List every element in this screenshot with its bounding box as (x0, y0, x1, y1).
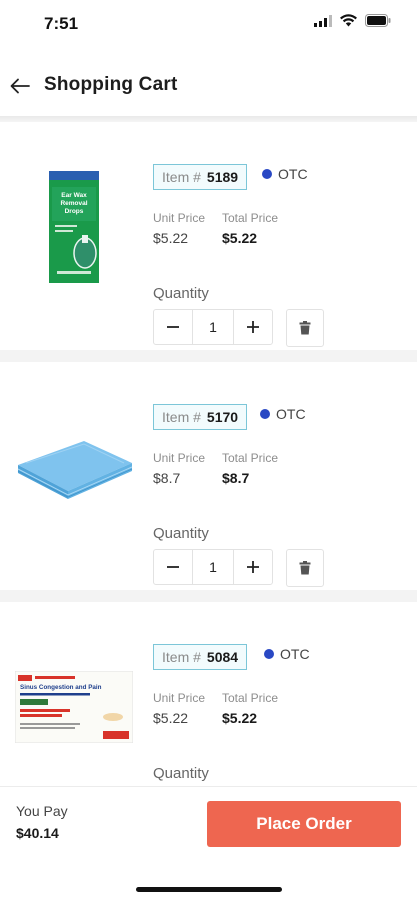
total-price-value: $8.7 (222, 470, 250, 486)
item-number-value: 5189 (206, 169, 239, 185)
otc-label: OTC (278, 166, 308, 182)
product-image-underpads (14, 408, 134, 526)
wifi-icon (340, 14, 357, 32)
svg-text:Sinus Congestion and Pain: Sinus Congestion and Pain (20, 684, 102, 691)
back-button[interactable] (6, 72, 34, 100)
decrease-quantity-button[interactable] (154, 550, 192, 584)
item-number-label: Item # (162, 649, 201, 665)
total-price-label: Total Price (222, 451, 279, 465)
decrease-quantity-button[interactable] (154, 310, 192, 344)
item-number-badge: Item # 5084 (153, 644, 248, 670)
cart-item: Sinus Congestion and Pain Item # 5084 OT… (0, 602, 417, 786)
quantity-stepper: 1 (153, 309, 273, 345)
item-separator (0, 350, 417, 362)
svg-text:Ear Wax: Ear Wax (61, 192, 87, 199)
arrow-left-icon (10, 78, 30, 94)
svg-text:Removal: Removal (60, 200, 87, 207)
item-number-value: 5084 (206, 649, 239, 665)
quantity-value[interactable]: 1 (192, 310, 234, 344)
unit-price-value: $8.7 (153, 470, 181, 486)
delete-item-button[interactable] (286, 309, 324, 347)
otc-tag: OTC (260, 406, 306, 422)
item-number-label: Item # (162, 409, 201, 425)
trash-icon (299, 561, 311, 575)
unit-price-value: $5.22 (153, 230, 189, 246)
you-pay-label: You Pay (16, 803, 68, 819)
status-bar: 7:51 (0, 0, 417, 50)
page-title: Shopping Cart (44, 74, 178, 95)
minus-icon (167, 566, 179, 568)
place-order-button[interactable]: Place Order (207, 801, 401, 847)
total-price-label: Total Price (222, 691, 279, 705)
otc-dot-icon (264, 649, 274, 659)
cart-item: Ear Wax Removal Drops Item # 5189 OTC Un… (0, 122, 417, 350)
otc-label: OTC (276, 406, 306, 422)
otc-tag: OTC (262, 166, 308, 182)
home-indicator[interactable] (136, 887, 282, 892)
battery-icon (365, 14, 391, 32)
unit-price-value: $5.22 (153, 710, 189, 726)
cart-list[interactable]: Ear Wax Removal Drops Item # 5189 OTC Un… (0, 122, 417, 786)
item-number-badge: Item # 5189 (153, 164, 248, 190)
svg-text:Drops: Drops (65, 208, 84, 215)
item-number-badge: Item # 5170 (153, 404, 248, 430)
otc-dot-icon (260, 409, 270, 419)
total-price-value: $5.22 (222, 230, 258, 246)
plus-icon (247, 561, 259, 573)
increase-quantity-button[interactable] (234, 550, 272, 584)
delete-item-button[interactable] (286, 549, 324, 587)
unit-price-label: Unit Price (153, 451, 206, 465)
quantity-stepper: 1 (153, 549, 273, 585)
minus-icon (167, 326, 179, 328)
item-number-label: Item # (162, 169, 201, 185)
item-number-value: 5170 (206, 409, 239, 425)
otc-dot-icon (262, 169, 272, 179)
checkout-footer: You Pay $40.14 Place Order (0, 786, 417, 859)
cart-item: Item # 5170 OTC Unit Price Total Price $… (0, 362, 417, 590)
increase-quantity-button[interactable] (234, 310, 272, 344)
app-header: Shopping Cart (0, 58, 417, 114)
you-pay-amount: $40.14 (16, 825, 59, 841)
total-price-value: $5.22 (222, 710, 258, 726)
product-image-sinus-relief: Sinus Congestion and Pain (14, 648, 134, 766)
status-icons (314, 14, 391, 32)
otc-tag: OTC (264, 646, 310, 662)
unit-price-label: Unit Price (153, 691, 206, 705)
quantity-label: Quantity (153, 285, 209, 302)
quantity-label: Quantity (153, 765, 209, 782)
unit-price-label: Unit Price (153, 211, 206, 225)
total-price-label: Total Price (222, 211, 279, 225)
quantity-value[interactable]: 1 (192, 550, 234, 584)
quantity-label: Quantity (153, 525, 209, 542)
trash-icon (299, 321, 311, 335)
product-image-ear-wax-drops: Ear Wax Removal Drops (14, 168, 134, 286)
item-separator (0, 590, 417, 602)
plus-icon (247, 321, 259, 333)
otc-label: OTC (280, 646, 310, 662)
signal-icon (314, 14, 332, 32)
status-time: 7:51 (44, 14, 79, 33)
